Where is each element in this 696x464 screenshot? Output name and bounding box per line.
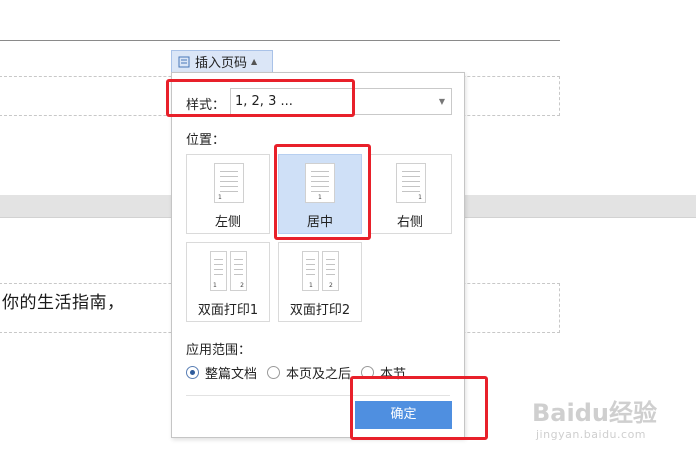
center-highlight-box <box>274 144 371 240</box>
page-number-icon <box>178 56 190 68</box>
scope-label: 应用范围： <box>186 343 252 358</box>
page-right-icon: 1 <box>396 163 426 203</box>
scope-this-page-after-label[interactable]: 本页及之后 <box>286 363 351 382</box>
page-duplex1-right-icon: 2 <box>230 251 247 291</box>
insert-page-number-tab[interactable]: 插入页码 ▲ <box>171 50 273 72</box>
position-left-label: 左侧 <box>214 215 241 230</box>
scope-this-page-after-radio[interactable] <box>267 366 281 379</box>
page-top-border <box>0 40 560 41</box>
scope-whole-document-radio[interactable] <box>186 366 199 379</box>
position-duplex1-option[interactable]: 1 2 双面打印1 <box>186 242 270 322</box>
scope-whole-document-label[interactable]: 整篇文档 <box>205 363 257 382</box>
page-duplex2-left-icon: 1 <box>302 251 319 291</box>
page-duplex1-left-icon: 1 <box>210 251 227 291</box>
position-duplex2-option[interactable]: 1 2 双面打印2 <box>278 242 362 322</box>
caret-up-icon: ▲ <box>251 57 258 66</box>
baidu-watermark: Baidu经验 jingyan.baidu.com <box>532 393 682 443</box>
position-label: 位置： <box>186 133 226 148</box>
position-right-label: 右侧 <box>396 215 423 230</box>
position-left-option[interactable]: 1 左侧 <box>186 154 270 234</box>
position-right-option[interactable]: 1 右侧 <box>368 154 452 234</box>
style-highlight-box <box>166 79 355 117</box>
watermark-brand: Baidu经验 <box>532 399 657 427</box>
page-left-icon: 1 <box>214 163 244 203</box>
insert-page-number-label: 插入页码 <box>195 56 248 71</box>
position-duplex1-label: 双面打印1 <box>197 303 259 318</box>
watermark-url: jingyan.baidu.com <box>536 428 647 441</box>
document-text: 你的生活指南， <box>2 293 125 313</box>
page-duplex2-right-icon: 2 <box>322 251 339 291</box>
ok-highlight-box <box>350 376 488 440</box>
dropdown-arrow-icon[interactable]: ▼ <box>439 89 445 114</box>
position-duplex2-label: 双面打印2 <box>289 303 351 318</box>
